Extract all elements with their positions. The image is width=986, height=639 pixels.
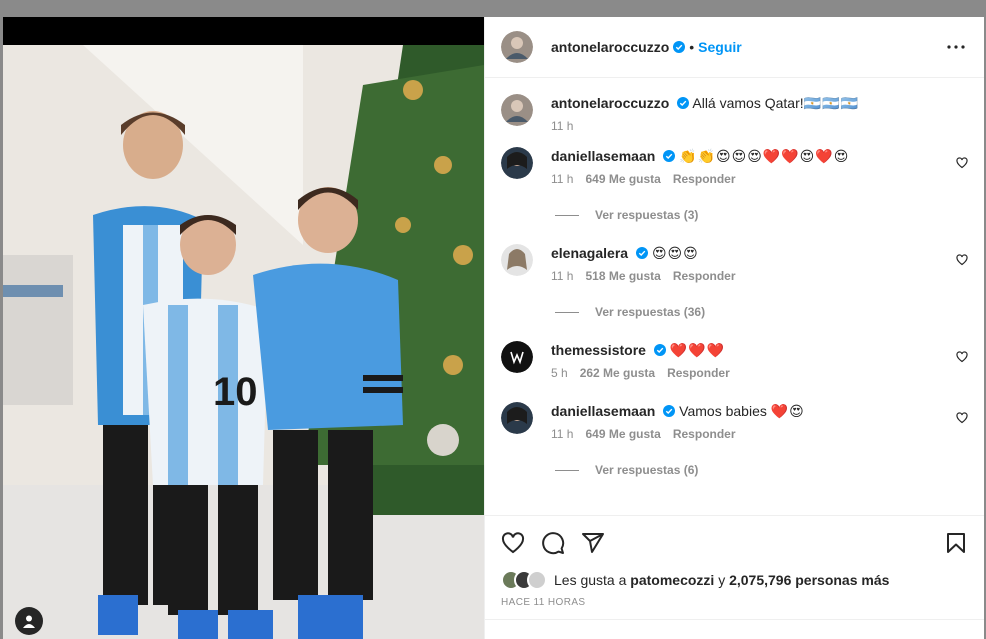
commenter-avatar[interactable] [501, 402, 533, 434]
reply-button[interactable]: Responder [667, 366, 730, 380]
post-caption: antonelaroccuzzo Allá vamos Qatar!🇦🇷🇦🇷🇦🇷… [501, 94, 968, 133]
comment-username[interactable]: themessistore [551, 342, 646, 358]
liker-username[interactable]: patomecozzi [630, 572, 714, 588]
view-replies-button[interactable]: Ver respuestas (6) [555, 463, 968, 477]
caption-text: Allá vamos Qatar! [692, 95, 804, 111]
replies-line [555, 311, 579, 313]
jersey-number: 10 [213, 370, 258, 414]
caption-time: 11 h [551, 119, 574, 133]
follow-button[interactable]: Seguir [698, 39, 742, 55]
user-tag-icon [23, 615, 35, 628]
comments-list[interactable]: antonelaroccuzzo Allá vamos Qatar!🇦🇷🇦🇷🇦🇷… [485, 78, 984, 515]
photo-top-bar [3, 17, 484, 45]
comment-heart-icon[interactable] [956, 412, 968, 424]
comment-time: 5 h [551, 366, 568, 380]
share-icon[interactable] [581, 531, 605, 555]
comment-likes[interactable]: 649 Me gusta [585, 427, 660, 441]
comment-time: 11 h [551, 172, 574, 186]
comment-username[interactable]: daniellasemaan [551, 403, 655, 419]
comment-heart-icon[interactable] [956, 157, 968, 169]
caption-emoji: 🇦🇷🇦🇷🇦🇷 [803, 96, 859, 112]
liker-avatar [527, 570, 547, 590]
comment-item: daniellasemaan 👏👏😍😍😍❤️❤️😍❤️😍 11 h 649 Me… [501, 147, 968, 186]
comment-emoji: 👏👏😍😍😍❤️❤️😍❤️😍 [679, 149, 850, 165]
comment-likes[interactable]: 262 Me gusta [580, 366, 655, 380]
comment-item: daniellasemaan Vamos babies ❤️😍 11 h 649… [501, 402, 968, 441]
likes-middle: y [718, 572, 726, 588]
view-replies-button[interactable]: Ver respuestas (3) [555, 208, 968, 222]
verified-badge-icon [673, 41, 686, 53]
photo-illustration: 10 [3, 45, 484, 639]
comment-username[interactable]: elenagalera [551, 245, 628, 261]
likes-count[interactable]: 2,075,796 personas más [729, 572, 889, 588]
commenter-avatar[interactable] [501, 244, 533, 276]
more-options-button[interactable] [944, 35, 968, 59]
comment-item: elenagalera 😍😍😍 11 h 518 Me gusta Respon… [501, 244, 968, 283]
comment-emoji: ❤️😍 [770, 404, 805, 420]
commenter-avatar[interactable] [501, 147, 533, 179]
reply-button[interactable]: Responder [673, 427, 736, 441]
author-avatar[interactable] [501, 94, 533, 126]
comment-likes[interactable]: 649 Me gusta [585, 172, 660, 186]
replies-line [555, 214, 579, 216]
likes-summary: Les gusta a patomecozzi y 2,075,796 pers… [485, 569, 984, 591]
reply-button[interactable]: Responder [673, 172, 736, 186]
add-comment-area [485, 619, 984, 639]
post-sidebar: antonelaroccuzzo • Seguir antonelaroccuz… [484, 17, 984, 639]
view-replies-label: Ver respuestas (3) [595, 208, 699, 222]
verified-badge-icon [663, 150, 676, 162]
post-header: antonelaroccuzzo • Seguir [485, 17, 984, 78]
caption-username[interactable]: antonelaroccuzzo [551, 95, 669, 111]
user-tag-button[interactable] [15, 607, 43, 635]
verified-badge-icon [663, 405, 676, 417]
author-avatar[interactable] [501, 31, 533, 63]
likes-prefix: Les gusta a [554, 572, 627, 588]
comment-emoji: 😍😍😍 [651, 246, 699, 262]
comment-heart-icon[interactable] [956, 351, 968, 363]
liker-avatars [501, 570, 547, 590]
dot-separator: • [689, 39, 695, 55]
comment-heart-icon[interactable] [956, 254, 968, 266]
verified-badge-icon [677, 97, 690, 109]
comment-text: Vamos babies [679, 403, 771, 419]
verified-badge-icon [653, 344, 666, 356]
action-bar [485, 515, 984, 569]
commenter-avatar[interactable] [501, 341, 533, 373]
view-replies-label: Ver respuestas (6) [595, 463, 699, 477]
post-photo[interactable]: 10 [3, 45, 484, 639]
post-timestamp[interactable]: HACE 11 HORAS [485, 591, 984, 619]
comment-item: themessistore ❤️❤️❤️ 5 h 262 Me gusta Re… [501, 341, 968, 380]
heart-icon[interactable] [501, 531, 525, 555]
comment-username[interactable]: daniellasemaan [551, 148, 655, 164]
comment-icon[interactable] [541, 531, 565, 555]
comment-emoji: ❤️❤️❤️ [669, 343, 726, 359]
reply-button[interactable]: Responder [673, 269, 736, 283]
comment-time: 11 h [551, 427, 574, 441]
author-username[interactable]: antonelaroccuzzo [551, 39, 669, 55]
post-modal: 10 antonelaroccuzzo • Seguir antonelaroc… [3, 17, 984, 639]
replies-line [555, 469, 579, 471]
photo-pane: 10 [3, 17, 484, 639]
verified-badge-icon [636, 247, 649, 259]
comment-time: 11 h [551, 269, 574, 283]
more-options-icon [947, 45, 965, 49]
comment-likes[interactable]: 518 Me gusta [585, 269, 660, 283]
save-icon[interactable] [944, 531, 968, 555]
view-replies-button[interactable]: Ver respuestas (36) [555, 305, 968, 319]
view-replies-label: Ver respuestas (36) [595, 305, 706, 319]
